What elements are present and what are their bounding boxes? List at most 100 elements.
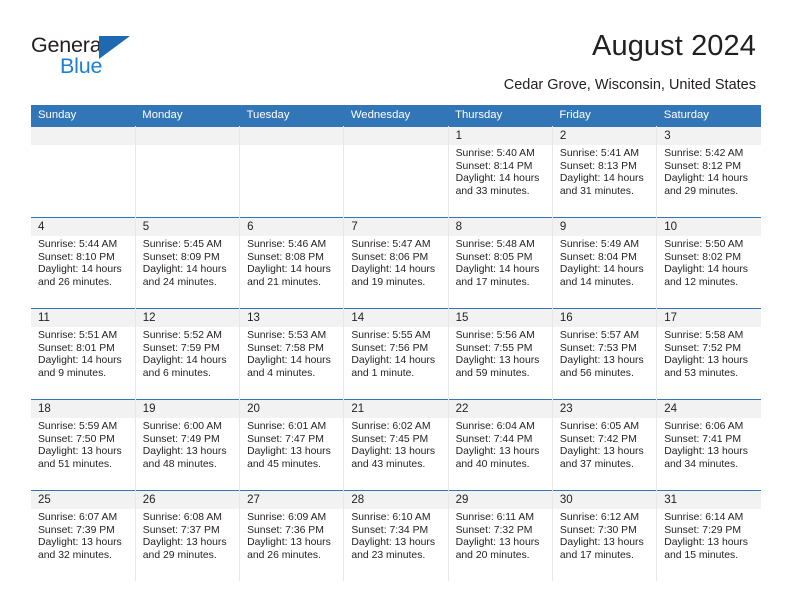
calendar-day-cell[interactable]: 7 Sunrise: 5:47 AM Sunset: 8:06 PM Daylight… — [343, 217, 449, 309]
sunrise-time: Sunrise: 5:45 AM — [142, 239, 222, 250]
daylight-duration-line2: and 9 minutes. — [38, 367, 107, 379]
day-details: Sunrise: 6:08 AM Sunset: 7:37 PM Daylight:… — [136, 509, 239, 562]
weekday-header-sunday: Sunday — [31, 105, 136, 127]
day-details — [136, 145, 239, 148]
brand-triangle-icon — [99, 36, 130, 59]
day-details: Sunrise: 5:56 AM Sunset: 7:55 PM Daylight:… — [449, 327, 552, 380]
sunset-time: Sunset: 7:34 PM — [351, 524, 429, 536]
day-number — [240, 127, 344, 145]
daylight-duration-line2: and 56 minutes. — [559, 367, 634, 379]
calendar-day-cell[interactable]: 22 Sunrise: 6:04 AM Sunset: 7:44 PM Dayligh… — [448, 399, 553, 491]
sunset-time: Sunset: 7:30 PM — [559, 524, 637, 536]
daylight-duration-line2: and 33 minutes. — [455, 185, 530, 197]
daylight-duration-line2: and 51 minutes. — [38, 458, 112, 470]
calendar-week-row: 1 Sunrise: 5:40 AM Sunset: 8:14 PM Daylight… — [31, 126, 761, 218]
day-details: Sunrise: 5:52 AM Sunset: 7:59 PM Daylight:… — [136, 327, 239, 380]
sunrise-time: Sunrise: 6:04 AM — [455, 421, 535, 432]
day-number: 16 — [552, 309, 657, 327]
daylight-duration-line1: Daylight: 14 hours — [559, 173, 644, 185]
daylight-duration-line2: and 17 minutes. — [559, 549, 634, 561]
day-details: Sunrise: 6:02 AM Sunset: 7:45 PM Daylight:… — [344, 418, 447, 471]
day-number: 4 — [31, 218, 135, 236]
sunrise-time: Sunrise: 5:50 AM — [664, 239, 744, 250]
calendar-day-cell[interactable]: 21 Sunrise: 6:02 AM Sunset: 7:45 PM Dayligh… — [343, 399, 449, 491]
daylight-duration-line2: and 4 minutes. — [247, 367, 316, 379]
sunrise-time: Sunrise: 6:14 AM — [664, 512, 744, 523]
day-details: Sunrise: 5:44 AM Sunset: 8:10 PM Daylight:… — [31, 236, 135, 289]
brand-logo[interactable]: General Blue — [31, 33, 171, 81]
calendar-day-cell[interactable]: 23 Sunrise: 6:05 AM Sunset: 7:42 PM Dayligh… — [552, 399, 658, 491]
daylight-duration-line2: and 29 minutes. — [664, 185, 739, 197]
daylight-duration-line2: and 26 minutes. — [247, 549, 321, 561]
day-details: Sunrise: 5:41 AM Sunset: 8:13 PM Daylight:… — [553, 145, 656, 198]
day-details: Sunrise: 5:46 AM Sunset: 8:08 PM Daylight:… — [240, 236, 343, 289]
calendar-day-cell[interactable]: 27 Sunrise: 6:09 AM Sunset: 7:36 PM Dayligh… — [239, 490, 345, 581]
sunset-time: Sunset: 8:05 PM — [455, 251, 533, 263]
daylight-duration-line1: Daylight: 14 hours — [38, 264, 122, 276]
calendar-day-cell[interactable]: 8 Sunrise: 5:48 AM Sunset: 8:05 PM Daylight… — [448, 217, 553, 309]
page-subtitle: Cedar Grove, Wisconsin, United States — [503, 77, 756, 93]
day-details: Sunrise: 6:01 AM Sunset: 7:47 PM Daylight:… — [240, 418, 343, 471]
calendar-day-cell[interactable]: 17 Sunrise: 5:58 AM Sunset: 7:52 PM Dayligh… — [656, 308, 761, 400]
daylight-duration-line1: Daylight: 14 hours — [455, 264, 540, 276]
sunset-time: Sunset: 8:04 PM — [559, 251, 637, 263]
day-details: Sunrise: 5:49 AM Sunset: 8:04 PM Daylight:… — [553, 236, 656, 289]
calendar-day-cell[interactable]: 29 Sunrise: 6:11 AM Sunset: 7:32 PM Dayligh… — [448, 490, 553, 581]
calendar-day-cell[interactable]: 12 Sunrise: 5:52 AM Sunset: 7:59 PM Dayligh… — [135, 308, 241, 400]
sunset-time: Sunset: 7:44 PM — [455, 433, 533, 445]
calendar-day-cell[interactable]: 30 Sunrise: 6:12 AM Sunset: 7:30 PM Dayligh… — [552, 490, 658, 581]
sunset-time: Sunset: 7:59 PM — [142, 342, 220, 354]
calendar-day-cell[interactable]: 11 Sunrise: 5:51 AM Sunset: 8:01 PM Dayligh… — [31, 308, 136, 400]
day-details — [240, 145, 343, 148]
calendar-day-cell[interactable]: 13 Sunrise: 5:53 AM Sunset: 7:58 PM Dayligh… — [239, 308, 345, 400]
calendar-day-cell[interactable]: 10 Sunrise: 5:50 AM Sunset: 8:02 PM Dayligh… — [656, 217, 761, 309]
daylight-duration-line1: Daylight: 13 hours — [455, 537, 540, 549]
sunrise-time: Sunrise: 5:56 AM — [455, 330, 535, 341]
calendar-day-cell[interactable]: 6 Sunrise: 5:46 AM Sunset: 8:08 PM Daylight… — [239, 217, 345, 309]
day-number: 8 — [448, 218, 552, 236]
calendar-day-cell[interactable]: 14 Sunrise: 5:55 AM Sunset: 7:56 PM Dayligh… — [343, 308, 449, 400]
sunset-time: Sunset: 7:42 PM — [559, 433, 637, 445]
day-number: 21 — [344, 400, 448, 418]
sunset-time: Sunset: 7:45 PM — [351, 433, 429, 445]
sunset-time: Sunset: 7:53 PM — [559, 342, 637, 354]
day-details: Sunrise: 5:47 AM Sunset: 8:06 PM Daylight:… — [344, 236, 447, 289]
sunrise-time: Sunrise: 6:08 AM — [142, 512, 222, 523]
sunrise-time: Sunrise: 5:57 AM — [559, 330, 640, 341]
calendar-day-cell[interactable]: 1 Sunrise: 5:40 AM Sunset: 8:14 PM Daylight… — [448, 126, 553, 218]
daylight-duration-line2: and 26 minutes. — [38, 276, 112, 288]
daylight-duration-line1: Daylight: 14 hours — [351, 355, 436, 367]
calendar-day-cell[interactable]: 2 Sunrise: 5:41 AM Sunset: 8:13 PM Daylight… — [552, 126, 658, 218]
day-number: 13 — [240, 309, 344, 327]
sunset-time: Sunset: 8:09 PM — [142, 251, 220, 263]
sunrise-time: Sunrise: 5:46 AM — [247, 239, 327, 250]
calendar-day-cell[interactable]: 5 Sunrise: 5:45 AM Sunset: 8:09 PM Daylight… — [135, 217, 241, 309]
calendar-day-cell[interactable]: 4 Sunrise: 5:44 AM Sunset: 8:10 PM Daylight… — [31, 217, 136, 309]
calendar-day-cell-empty — [343, 126, 449, 218]
calendar-day-cell[interactable]: 28 Sunrise: 6:10 AM Sunset: 7:34 PM Dayligh… — [343, 490, 449, 581]
calendar-day-cell[interactable]: 19 Sunrise: 6:00 AM Sunset: 7:49 PM Dayligh… — [135, 399, 241, 491]
daylight-duration-line2: and 12 minutes. — [664, 276, 739, 288]
calendar-header-row: Sunday Monday Tuesday Wednesday Thursday… — [31, 105, 761, 127]
calendar-day-cell[interactable]: 15 Sunrise: 5:56 AM Sunset: 7:55 PM Dayligh… — [448, 308, 553, 400]
sunrise-time: Sunrise: 5:55 AM — [351, 330, 431, 341]
calendar-day-cell[interactable]: 9 Sunrise: 5:49 AM Sunset: 8:04 PM Daylight… — [552, 217, 658, 309]
calendar-day-cell[interactable]: 16 Sunrise: 5:57 AM Sunset: 7:53 PM Dayligh… — [552, 308, 658, 400]
day-number: 29 — [448, 491, 552, 509]
calendar-day-cell[interactable]: 31 Sunrise: 6:14 AM Sunset: 7:29 PM Dayligh… — [656, 490, 761, 581]
calendar-day-cell[interactable]: 3 Sunrise: 5:42 AM Sunset: 8:12 PM Daylight… — [656, 126, 761, 218]
calendar-day-cell[interactable]: 20 Sunrise: 6:01 AM Sunset: 7:47 PM Dayligh… — [239, 399, 345, 491]
sunset-time: Sunset: 7:47 PM — [247, 433, 324, 445]
sunset-time: Sunset: 7:37 PM — [142, 524, 220, 536]
calendar-day-cell[interactable]: 24 Sunrise: 6:06 AM Sunset: 7:41 PM Dayligh… — [656, 399, 761, 491]
day-details: Sunrise: 5:51 AM Sunset: 8:01 PM Daylight:… — [31, 327, 135, 380]
day-number: 15 — [448, 309, 552, 327]
sunrise-time: Sunrise: 6:06 AM — [664, 421, 744, 432]
calendar-day-cell-empty — [31, 126, 136, 218]
day-number: 19 — [135, 400, 240, 418]
day-number: 26 — [135, 491, 240, 509]
calendar-day-cell[interactable]: 25 Sunrise: 6:07 AM Sunset: 7:39 PM Dayligh… — [31, 490, 136, 581]
daylight-duration-line1: Daylight: 14 hours — [142, 264, 227, 276]
calendar-day-cell[interactable]: 18 Sunrise: 5:59 AM Sunset: 7:50 PM Dayligh… — [31, 399, 136, 491]
calendar-day-cell[interactable]: 26 Sunrise: 6:08 AM Sunset: 7:37 PM Dayligh… — [135, 490, 241, 581]
